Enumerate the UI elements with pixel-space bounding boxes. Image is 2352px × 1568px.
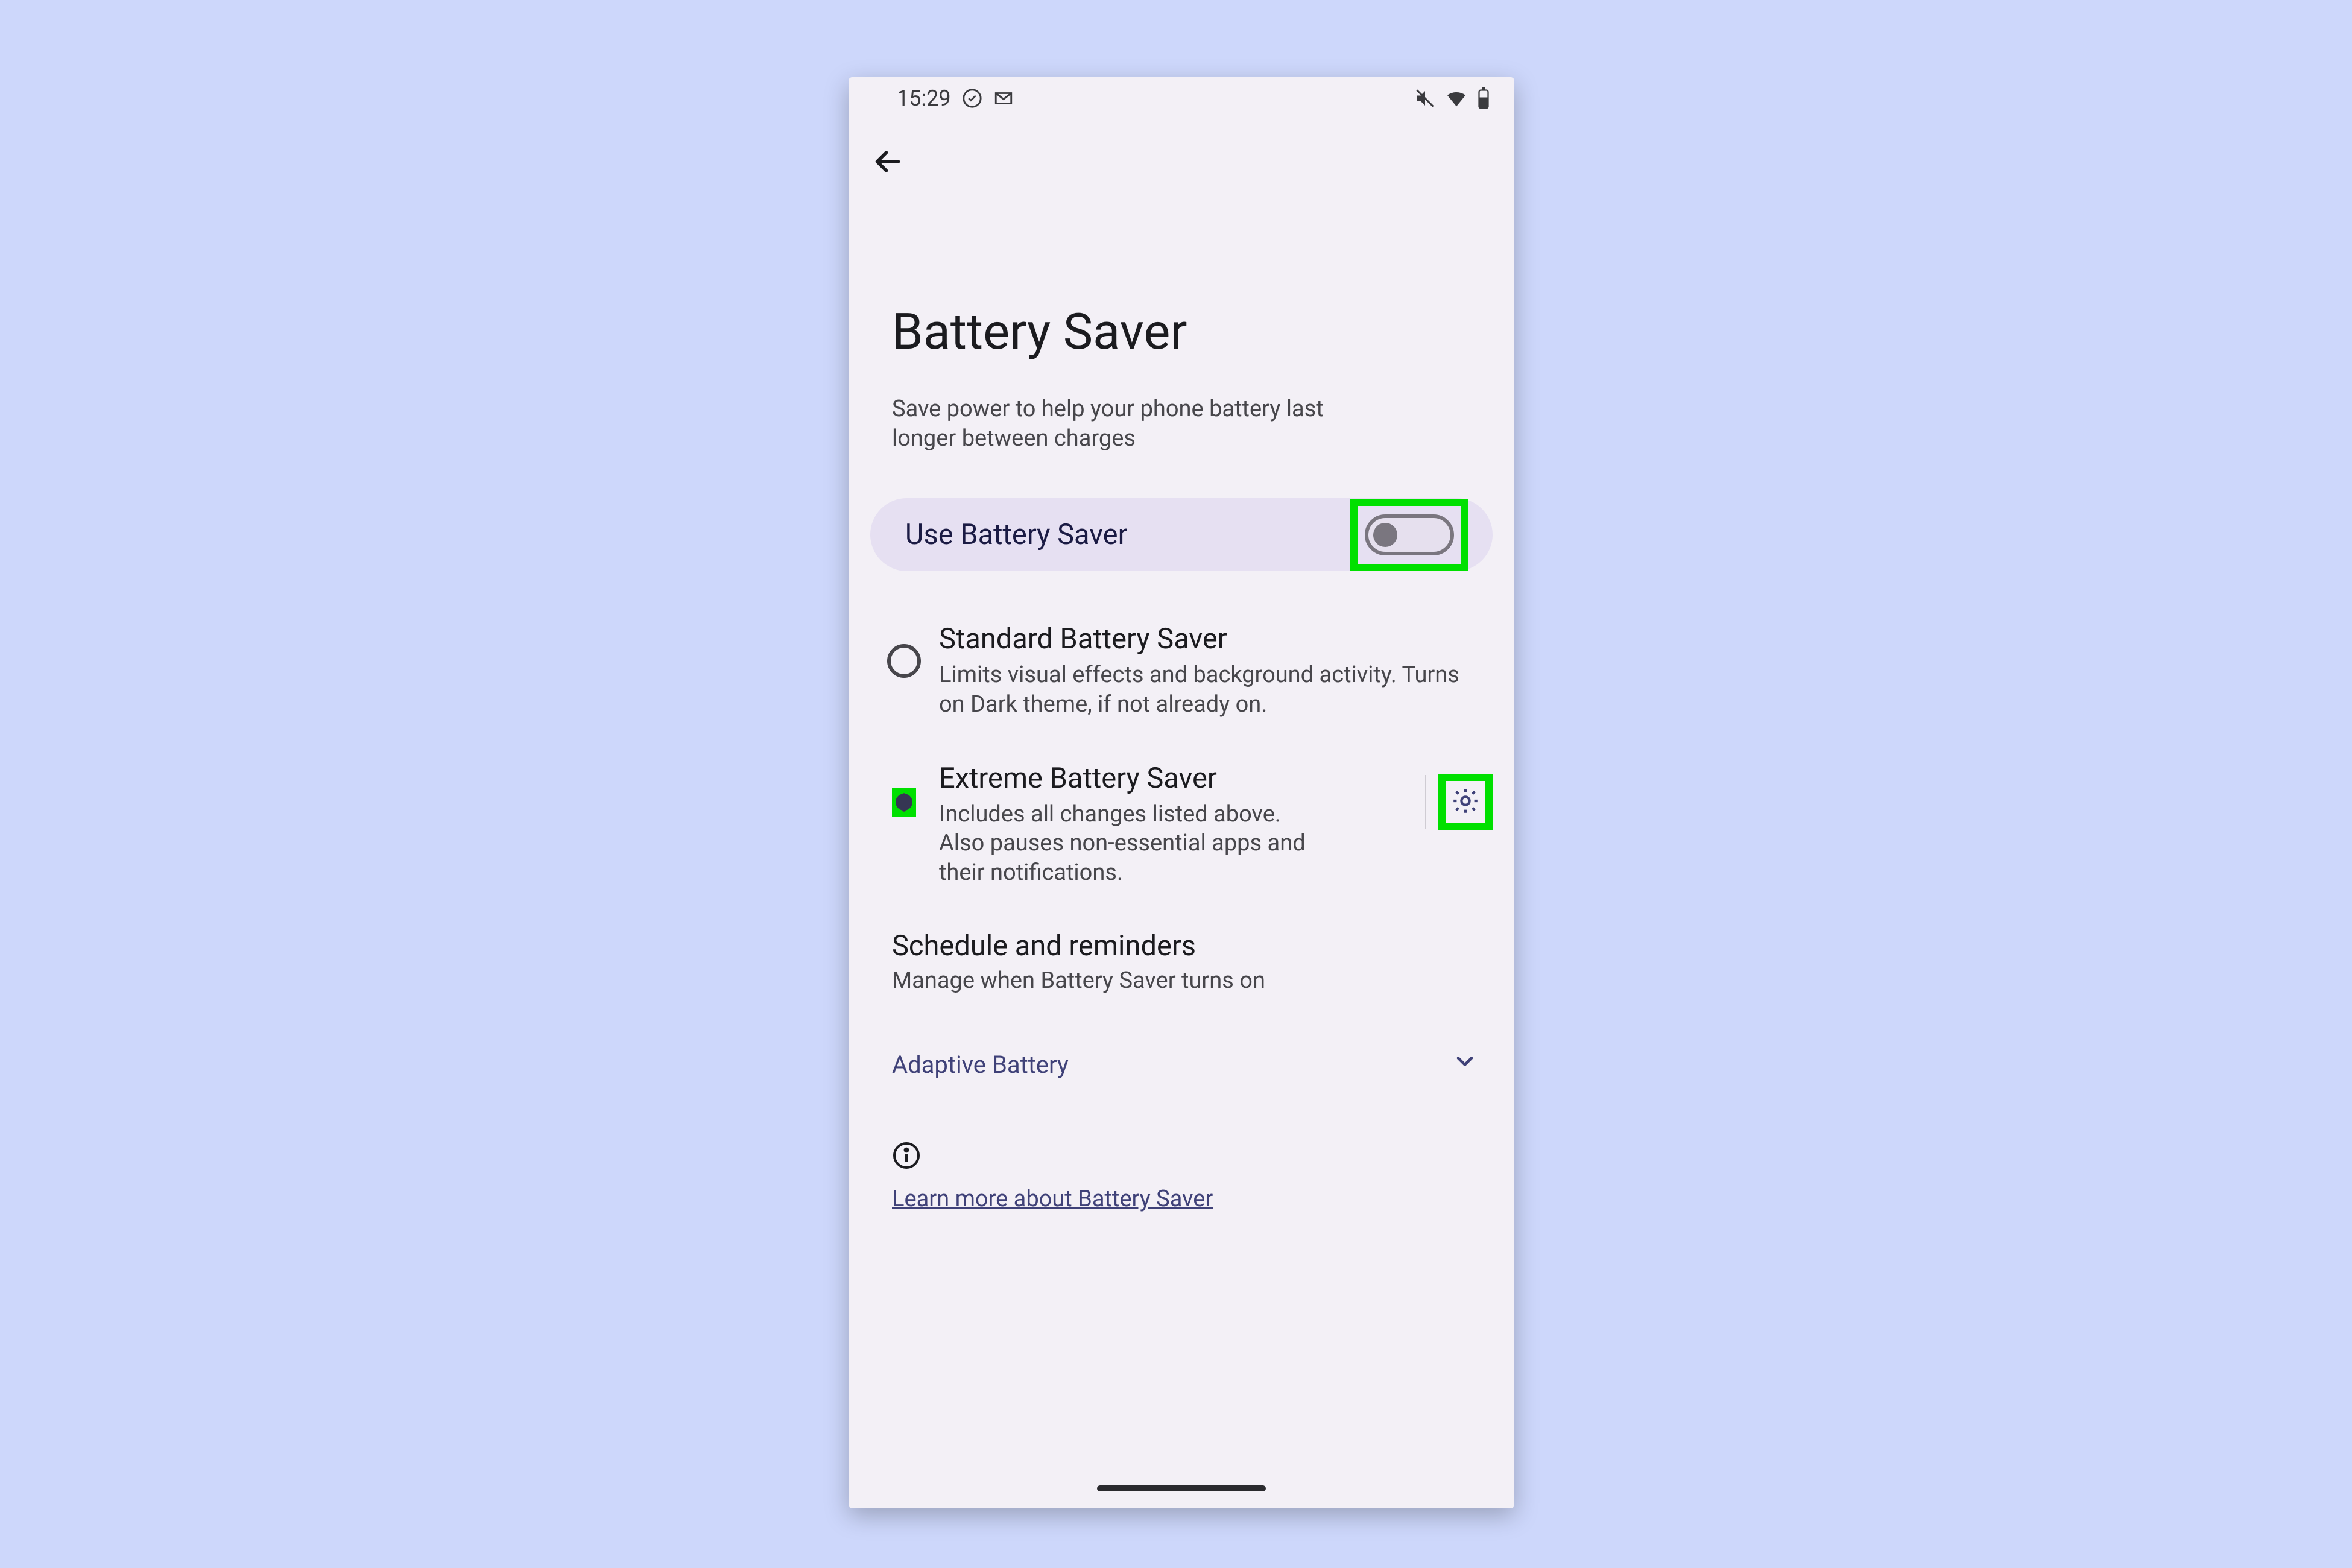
info-icon [892, 1161, 921, 1172]
page-subtitle: Save power to help your phone battery la… [849, 361, 1435, 453]
chevron-down-icon [1452, 1048, 1478, 1081]
phone-frame: 15:29 Battery Saver Save power t [849, 77, 1514, 1508]
option-standard[interactable]: Standard Battery Saver Limits visual eff… [849, 622, 1514, 719]
option-standard-title: Standard Battery Saver [939, 622, 1493, 656]
page-title: Battery Saver [849, 182, 1514, 361]
status-time: 15:29 [897, 86, 951, 111]
schedule-desc: Manage when Battery Saver turns on [892, 967, 1471, 994]
option-extreme-desc: Includes all changes listed above. Also … [939, 800, 1319, 888]
radio-extreme[interactable] [900, 793, 908, 812]
option-standard-desc: Limits visual effects and background act… [939, 660, 1493, 719]
learn-more-link[interactable]: Learn more about Battery Saver [892, 1186, 1213, 1212]
check-circle-icon [962, 88, 982, 109]
back-arrow-icon[interactable] [870, 171, 906, 182]
gear-icon[interactable] [1450, 807, 1481, 818]
wifi-icon [1444, 86, 1468, 110]
adaptive-battery-row[interactable]: Adaptive Battery [849, 994, 1514, 1081]
use-battery-saver-row[interactable]: Use Battery Saver [870, 498, 1493, 571]
adaptive-battery-label: Adaptive Battery [892, 1051, 1069, 1079]
switch-knob [1373, 523, 1397, 547]
mute-icon [1414, 87, 1436, 109]
option-extreme[interactable]: Extreme Battery Saver Includes all chang… [849, 762, 1514, 888]
highlight-box [1350, 499, 1468, 571]
use-battery-saver-label: Use Battery Saver [905, 518, 1128, 551]
option-extreme-title: Extreme Battery Saver [939, 762, 1419, 795]
schedule-row[interactable]: Schedule and reminders Manage when Batte… [849, 887, 1514, 994]
highlight-box [892, 788, 916, 817]
highlight-box [1438, 774, 1493, 830]
schedule-title: Schedule and reminders [892, 929, 1471, 963]
gmail-icon [993, 88, 1014, 109]
home-indicator[interactable] [1097, 1485, 1266, 1491]
radio-standard[interactable] [887, 644, 921, 678]
vertical-divider [1425, 775, 1426, 829]
battery-icon [1477, 87, 1490, 109]
use-battery-saver-switch[interactable] [1365, 514, 1454, 555]
status-bar: 15:29 [849, 77, 1514, 119]
